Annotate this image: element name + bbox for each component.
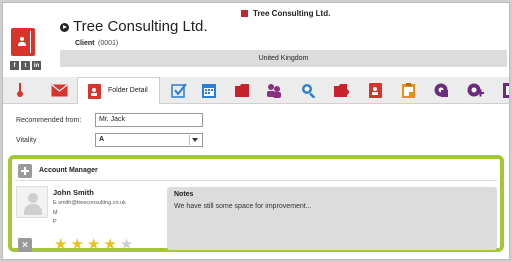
divider <box>15 180 497 181</box>
app-window: Tree Consulting Ltd. f t in Tree Consult… <box>2 2 510 260</box>
contact-book-icon <box>88 84 101 99</box>
manager-mobile: M <box>53 210 58 216</box>
client-number: (0001) <box>98 40 119 47</box>
remove-icon[interactable]: × <box>18 238 32 252</box>
add-icon[interactable] <box>18 164 32 178</box>
expand-icon[interactable] <box>60 23 69 32</box>
vitality-label: Vitality <box>16 137 37 144</box>
thermometer-icon[interactable] <box>16 83 24 98</box>
flag-icon <box>241 10 248 17</box>
manager-name: John Smith <box>53 188 94 197</box>
toolbar: Folder Detail <box>3 77 510 104</box>
star-icon[interactable]: ★ <box>120 237 133 252</box>
star-icon[interactable]: ★ <box>54 237 67 252</box>
star-icon[interactable]: ★ <box>87 237 100 252</box>
mail-icon[interactable] <box>51 84 68 97</box>
book-icon[interactable] <box>503 83 510 98</box>
recommended-from-value: Mr. Jack <box>99 116 126 123</box>
chevron-down-icon <box>192 138 198 142</box>
group-icon[interactable] <box>266 83 282 98</box>
folder-detail-form: Recommended from: Mr. Jack Vitality A <box>3 105 509 155</box>
twitter-icon[interactable]: t <box>21 61 30 70</box>
account-manager-card: Account Manager × John Smith E smith@tre… <box>8 155 504 252</box>
notes-panel: Notes We have still some space for impro… <box>167 187 497 250</box>
search-icon[interactable] <box>301 83 316 98</box>
star-rating[interactable]: ★ ★ ★ ★ ★ <box>54 237 133 252</box>
linkedin-icon[interactable]: in <box>32 61 41 70</box>
notes-text: We have still some space for improvement… <box>174 203 312 210</box>
recommended-from-input[interactable]: Mr. Jack <box>95 113 203 127</box>
window-title-text: Tree Consulting Ltd. <box>253 9 331 18</box>
address-book-icon <box>11 28 35 56</box>
star-icon[interactable]: ★ <box>70 237 83 252</box>
tab-folder-detail[interactable]: Folder Detail <box>77 77 160 104</box>
vitality-value: A <box>99 136 105 143</box>
company-name: Tree Consulting Ltd. <box>73 18 208 35</box>
address-book-icon-small[interactable] <box>369 83 382 98</box>
add-chat-icon[interactable] <box>467 83 484 98</box>
client-type-label: Client <box>75 40 95 47</box>
manager-phone: P <box>53 219 57 225</box>
star-icon[interactable]: ★ <box>103 237 116 252</box>
header: Tree Consulting Ltd. f t in Tree Consult… <box>3 3 509 75</box>
avatar <box>16 186 48 218</box>
notes-title: Notes <box>174 191 194 198</box>
country-label: United Kingdom <box>258 55 309 62</box>
folder-export-icon[interactable] <box>334 84 349 97</box>
country-bar: United Kingdom <box>60 50 507 67</box>
clipboard-icon[interactable] <box>402 83 415 98</box>
tab-folder-detail-label: Folder Detail <box>108 87 148 94</box>
vitality-select[interactable]: A <box>95 133 203 147</box>
account-manager-title: Account Manager <box>39 167 98 174</box>
checklist-icon[interactable] <box>171 83 187 98</box>
facebook-icon[interactable]: f <box>10 61 19 70</box>
recommended-from-label: Recommended from: <box>16 117 82 124</box>
manager-email[interactable]: E smith@treeconsulting.co.uk <box>53 200 126 206</box>
folder-icon[interactable] <box>235 84 249 97</box>
calendar-icon[interactable] <box>202 83 216 98</box>
window-title: Tree Consulting Ltd. <box>241 9 330 18</box>
social-links: f t in <box>10 61 41 70</box>
chat-icon[interactable] <box>434 83 449 98</box>
